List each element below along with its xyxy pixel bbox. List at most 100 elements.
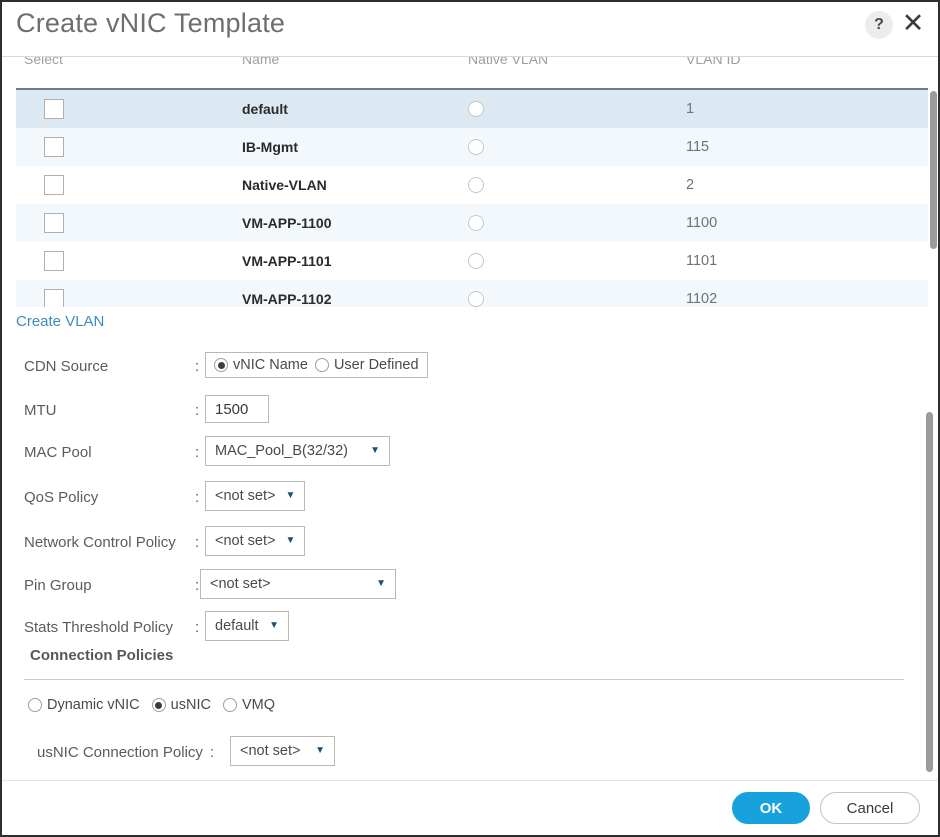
connection-policies-divider: [24, 679, 904, 680]
row-checkbox[interactable]: [44, 99, 64, 119]
chevron-down-icon: ▼: [315, 745, 325, 756]
radio-unselected-icon: [28, 698, 42, 712]
row-select-cell: [44, 166, 64, 204]
radio-selected-icon: [214, 358, 228, 372]
mac-pool-value: MAC_Pool_B(32/32): [215, 443, 348, 459]
pin-group-value: <not set>: [210, 576, 271, 592]
usnic-connection-policy-value: <not set>: [240, 743, 301, 759]
page-title: Create vNIC Template: [16, 8, 286, 38]
row-select-cell: [44, 128, 64, 166]
row-vlan-id: 2: [686, 177, 695, 193]
row-name: default: [242, 101, 288, 117]
row-native-vlan-cell: [468, 166, 484, 204]
row-select-cell: [44, 280, 64, 307]
chevron-down-icon: ▼: [285, 535, 296, 546]
qos-policy-label: QoS Policy: [24, 488, 99, 506]
stats-threshold-policy-dropdown[interactable]: default ▼: [205, 611, 289, 641]
usnic-connection-policy-dropdown[interactable]: <not set> ▼: [230, 736, 335, 766]
cdn-source-option-vnic-name[interactable]: vNIC Name: [214, 357, 308, 373]
native-vlan-radio[interactable]: [468, 101, 484, 117]
qos-policy-colon: :: [195, 488, 200, 506]
row-vlan-id: 115: [686, 139, 710, 155]
cdn-source-option-label: User Defined: [333, 357, 419, 373]
field-row-pin-group: Pin Group : <not set> ▼: [2, 568, 938, 602]
row-vlan-id: 1100: [686, 215, 718, 231]
cdn-source-label: CDN Source: [24, 357, 109, 375]
stats-threshold-policy-colon: :: [195, 618, 200, 636]
network-control-policy-dropdown[interactable]: <not set> ▼: [205, 526, 305, 556]
row-name: IB-Mgmt: [242, 139, 298, 155]
native-vlan-radio[interactable]: [468, 215, 484, 231]
network-control-policy-colon: :: [195, 533, 200, 551]
connection-policy-option-label: usNIC: [170, 697, 211, 713]
column-header-vlan-id: VLAN ID: [686, 57, 741, 67]
mac-pool-colon: :: [195, 443, 200, 461]
create-vlan-link[interactable]: Create VLAN: [16, 313, 104, 330]
mtu-colon: :: [195, 401, 200, 419]
table-row[interactable]: default 1: [16, 90, 928, 128]
chevron-down-icon: ▼: [376, 578, 386, 589]
connection-policy-option-dynamic-vnic[interactable]: Dynamic vNIC: [28, 697, 140, 713]
row-native-vlan-cell: [468, 204, 484, 242]
question-mark-icon[interactable]: ?: [865, 11, 893, 39]
qos-policy-dropdown[interactable]: <not set> ▼: [205, 481, 305, 511]
vlan-table-scrollbar[interactable]: [930, 91, 937, 286]
connection-policy-option-label: VMQ: [241, 697, 275, 713]
radio-unselected-icon: [314, 358, 329, 372]
dialog-body-scrollbar-thumb[interactable]: [926, 412, 933, 772]
cdn-source-radio-group: vNIC Name User Defined: [205, 352, 428, 378]
native-vlan-radio[interactable]: [468, 139, 484, 155]
connection-policies-title: Connection Policies: [30, 647, 174, 664]
cancel-button[interactable]: Cancel: [820, 792, 920, 824]
pin-group-dropdown[interactable]: <not set> ▼: [200, 569, 396, 599]
chevron-down-icon: ▼: [285, 490, 296, 501]
cdn-source-colon: :: [195, 357, 200, 375]
column-header-name: Name: [242, 57, 280, 67]
vlan-table-scrollbar-thumb[interactable]: [930, 91, 937, 249]
cdn-source-option-label: vNIC Name: [233, 357, 308, 373]
close-icon[interactable]: ✕: [898, 8, 928, 40]
pin-group-label: Pin Group: [24, 576, 92, 594]
network-control-policy-label: Network Control Policy: [24, 533, 176, 551]
table-row[interactable]: VM-APP-1100 1100: [16, 204, 928, 242]
row-vlan-id: 1101: [686, 253, 718, 269]
chevron-down-icon: ▼: [370, 445, 380, 456]
row-native-vlan-cell: [468, 90, 484, 128]
chevron-down-icon: ▼: [269, 620, 279, 631]
mac-pool-dropdown[interactable]: MAC_Pool_B(32/32) ▼: [205, 436, 390, 466]
vlan-table: Select Name Native VLAN VLAN ID default …: [2, 57, 938, 307]
row-checkbox[interactable]: [44, 289, 64, 307]
field-row-mac-pool: MAC Pool : MAC_Pool_B(32/32) ▼: [2, 435, 938, 469]
row-name: Native-VLAN: [242, 177, 327, 193]
row-native-vlan-cell: [468, 128, 484, 166]
cdn-source-option-user-defined[interactable]: User Defined: [314, 357, 419, 373]
table-row[interactable]: VM-APP-1102 1102: [16, 280, 928, 307]
row-native-vlan-cell: [468, 280, 484, 307]
table-row[interactable]: VM-APP-1101 1101: [16, 242, 928, 280]
mtu-input[interactable]: 1500: [205, 395, 269, 423]
native-vlan-radio[interactable]: [468, 177, 484, 193]
field-row-network-control-policy: Network Control Policy : <not set> ▼: [2, 525, 938, 559]
row-name: VM-APP-1101: [242, 253, 332, 269]
native-vlan-radio[interactable]: [468, 253, 484, 269]
network-control-policy-value: <not set>: [215, 533, 276, 549]
usnic-connection-policy-colon: :: [210, 743, 215, 761]
row-checkbox[interactable]: [44, 175, 64, 195]
native-vlan-radio[interactable]: [468, 291, 484, 307]
table-row[interactable]: IB-Mgmt 115: [16, 128, 928, 166]
row-checkbox[interactable]: [44, 137, 64, 157]
ok-button[interactable]: OK: [732, 792, 810, 824]
connection-policies-radio-group: Dynamic vNIC usNIC VMQ: [28, 697, 275, 713]
mac-pool-label: MAC Pool: [24, 443, 92, 461]
table-row[interactable]: Native-VLAN 2: [16, 166, 928, 204]
vlan-table-header: Select Name Native VLAN VLAN ID: [16, 57, 928, 90]
dialog-body-scrollbar[interactable]: [926, 412, 933, 772]
row-checkbox[interactable]: [44, 213, 64, 233]
dialog-body: Create VLAN CDN Source : vNIC Name User …: [2, 307, 938, 785]
usnic-connection-policy-label: usNIC Connection Policy: [37, 743, 203, 761]
dialog-footer: OK Cancel: [2, 780, 938, 835]
connection-policy-option-vmq[interactable]: VMQ: [222, 697, 275, 713]
radio-selected-icon: [151, 698, 166, 712]
connection-policy-option-usnic[interactable]: usNIC: [151, 697, 211, 713]
row-checkbox[interactable]: [44, 251, 64, 271]
